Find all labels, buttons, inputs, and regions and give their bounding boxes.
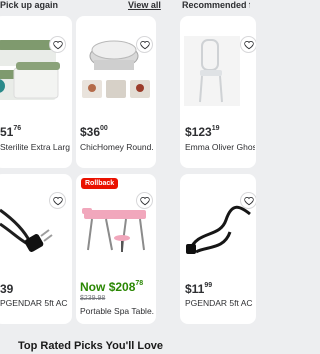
product-price: 39	[0, 282, 14, 296]
heart-icon	[243, 196, 254, 205]
heart-icon	[139, 196, 150, 205]
recommended-heading: Recommended for	[182, 0, 250, 10]
product-card[interactable]: 39 PGENDAR 5ft AC Po...	[0, 174, 72, 324]
product-price: $12319	[185, 125, 220, 139]
pick-up-again-heading: Pick up again	[0, 0, 59, 10]
product-name[interactable]: PGENDAR 5ft AC Po...	[0, 298, 70, 308]
product-image-ghost-chair	[184, 36, 240, 106]
favorite-button[interactable]	[240, 192, 256, 209]
favorite-button[interactable]	[49, 192, 66, 209]
product-price: $1199	[185, 282, 213, 296]
product-card[interactable]: 5176 Sterilite Extra Large...	[0, 16, 72, 168]
product-card[interactable]: Rollback Now $20878 $239.98 Portable Spa…	[76, 174, 156, 324]
was-price: $239.98	[80, 295, 106, 302]
favorite-button[interactable]	[240, 36, 256, 53]
product-card[interactable]: $3600 ChicHomey Round...	[76, 16, 156, 168]
favorite-button[interactable]	[49, 36, 66, 53]
favorite-button[interactable]	[136, 192, 153, 209]
view-all-link[interactable]: View all	[128, 0, 162, 10]
section-heading: Top Rated Picks You'll Love	[18, 340, 164, 352]
product-price: Now $20878	[80, 280, 144, 294]
rollback-badge: Rollback	[81, 178, 119, 189]
heart-icon	[139, 40, 150, 49]
heart-icon	[52, 196, 63, 205]
product-card[interactable]: $12319 Emma Oliver Ghost	[180, 16, 256, 168]
heart-icon	[52, 40, 63, 49]
product-name[interactable]: Emma Oliver Ghost	[185, 142, 255, 152]
product-name[interactable]: PGENDAR 5ft AC Po...	[185, 298, 255, 308]
heart-icon	[243, 40, 254, 49]
product-name[interactable]: Sterilite Extra Large...	[0, 142, 70, 152]
product-price: 5176	[0, 125, 22, 139]
favorite-button[interactable]	[136, 36, 153, 53]
product-name[interactable]: ChicHomey Round...	[80, 142, 154, 152]
product-price: $3600	[80, 125, 108, 139]
product-name[interactable]: Portable Spa Table...	[80, 306, 154, 316]
product-card[interactable]: $1199 PGENDAR 5ft AC Po...	[180, 174, 256, 324]
